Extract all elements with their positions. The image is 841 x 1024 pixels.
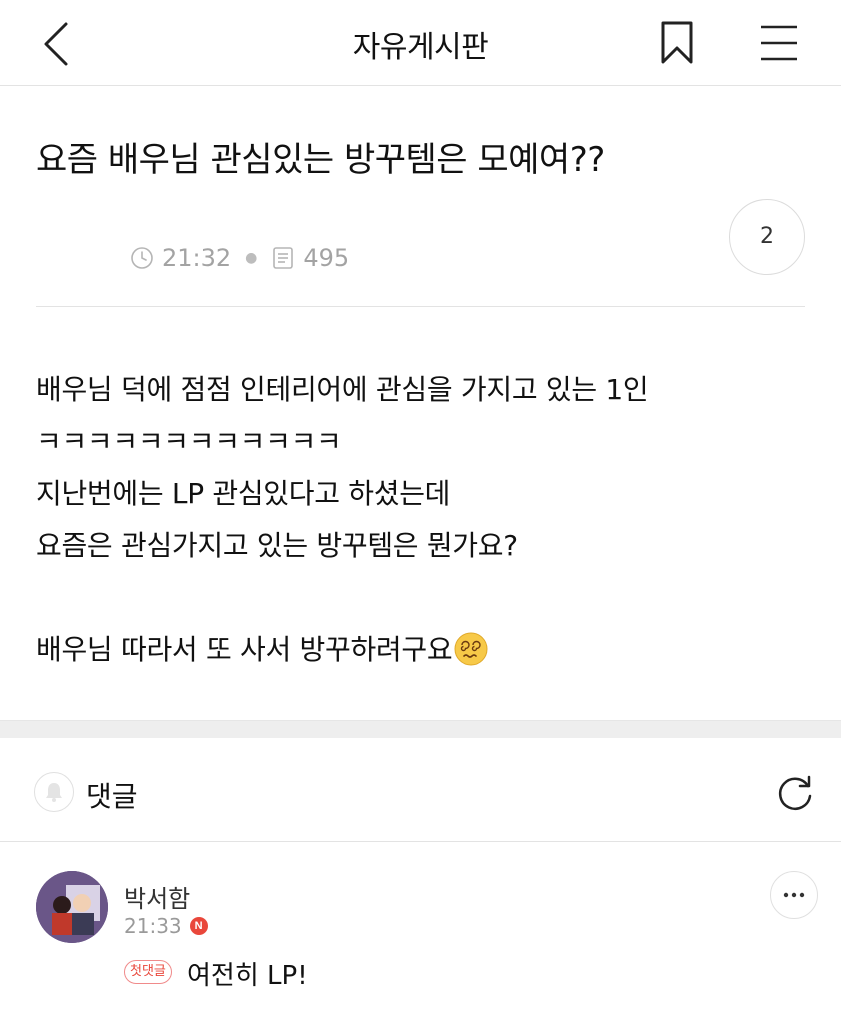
- body-line-last: 배우님 따라서 또 사서 방꾸하려구요: [36, 624, 648, 676]
- refresh-button[interactable]: [774, 772, 816, 814]
- bookmark-icon: [661, 21, 693, 64]
- bookmark-button[interactable]: [657, 20, 697, 66]
- comment-time-row: 21:33 N: [124, 914, 208, 938]
- comment-notification-button[interactable]: [34, 772, 74, 812]
- top-app-bar: 자유게시판: [0, 0, 841, 86]
- post-body: 배우님 덕에 점점 인테리어에 관심을 가지고 있는 1인 ㅋㅋㅋㅋㅋㅋㅋㅋㅋㅋ…: [36, 364, 649, 676]
- board-title: 자유게시판: [352, 30, 489, 65]
- divider: [36, 306, 805, 307]
- hamburger-menu-icon: [761, 25, 797, 61]
- avatar[interactable]: [36, 871, 108, 943]
- comment-item: 박서함 21:33 N 첫댓글 여전히 LP!: [0, 843, 841, 1024]
- bell-icon: [46, 783, 62, 802]
- first-comment-tag: 첫댓글: [124, 960, 172, 984]
- avatar-image: [36, 871, 108, 943]
- view-count: 495: [303, 244, 350, 272]
- comment-text: 여전히 LP!: [187, 961, 308, 991]
- section-separator: [0, 720, 841, 738]
- post-title: 요즘 배우님 관심있는 방꾸템은 모예여??: [36, 140, 605, 180]
- meta-separator: ●: [245, 250, 258, 266]
- body-line: 요즘은 관심가지고 있는 방꾸템은 뭔가요?: [36, 529, 518, 562]
- comment-count-button[interactable]: 2: [729, 199, 805, 275]
- body-line: 배우님 덕에 점점 인테리어에 관심을 가지고 있는 1인: [36, 373, 649, 406]
- clock-icon: [131, 247, 153, 269]
- body-line: ㅋㅋㅋㅋㅋㅋㅋㅋㅋㅋㅋㅋ: [36, 425, 342, 458]
- views-icon: [273, 247, 294, 269]
- comments-header: 댓글: [0, 738, 841, 842]
- post-time: 21:32: [162, 244, 232, 272]
- dizzy-face-emoji-icon: [454, 632, 488, 666]
- comment-author[interactable]: 박서함: [124, 879, 190, 914]
- body-line-text: 배우님 따라서 또 사서 방꾸하려구요: [36, 633, 453, 666]
- refresh-icon: [778, 775, 812, 810]
- post-meta: 21:32 ● 495: [130, 240, 349, 276]
- more-dots-icon: [783, 892, 805, 898]
- new-badge: N: [189, 917, 208, 935]
- body-line: 지난번에는 LP 관심있다고 하셨는데: [36, 477, 451, 510]
- body-line: [36, 572, 648, 624]
- menu-button[interactable]: [755, 20, 801, 66]
- comment-time: 21:33: [124, 914, 182, 938]
- comment-more-button[interactable]: [770, 871, 818, 919]
- comments-label: 댓글: [86, 780, 138, 813]
